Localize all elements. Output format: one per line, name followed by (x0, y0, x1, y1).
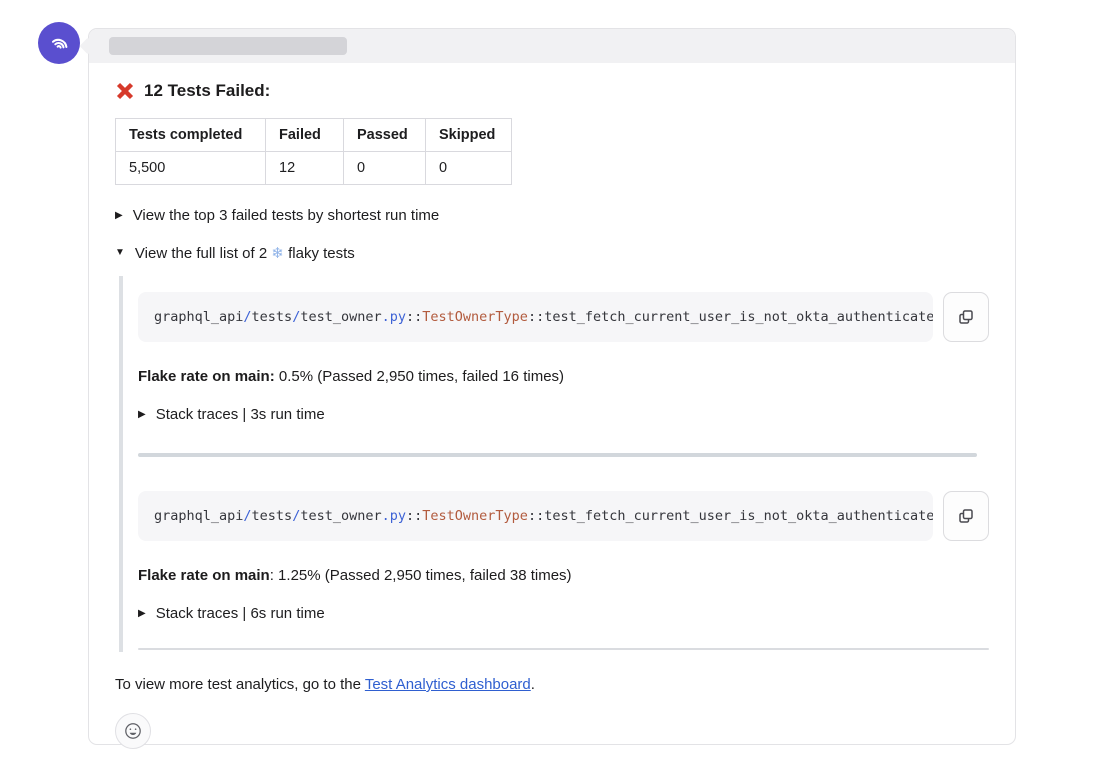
avatar[interactable] (38, 22, 80, 64)
skipped-value: 0 (426, 152, 512, 185)
footer-suffix: . (531, 676, 535, 693)
code-sep: :: (406, 508, 422, 524)
test-analytics-dashboard-link[interactable]: Test Analytics dashboard (365, 676, 531, 693)
col-failed: Failed (266, 119, 344, 152)
code-pkg: graphql_api (154, 508, 243, 524)
code-file: test_owner (300, 508, 381, 524)
stack-traces-label: Stack traces | 3s run time (156, 406, 325, 423)
code-class: TestOwnerType (422, 508, 528, 524)
chevron-down-icon: ▼ (115, 248, 125, 258)
code-pkg: graphql_api (154, 309, 243, 325)
chevron-right-icon: ▶ (138, 410, 146, 420)
test-path-code-1: graphql_api/tests/test_owner.py::TestOwn… (138, 292, 933, 342)
toggle-flaky-prefix: View the full list of 2 (135, 245, 267, 262)
toggle-top-failed-label: View the top 3 failed tests by shortest … (133, 207, 440, 224)
code-dir: tests (252, 309, 293, 325)
snowflake-icon: ❄ (271, 245, 284, 262)
toggle-flaky-label: View the full list of 2 ❄ flaky tests (135, 244, 355, 262)
stack-traces-toggle-1[interactable]: ▶ Stack traces | 3s run time (138, 406, 989, 423)
test-results-table: Tests completed Failed Passed Skipped 5,… (115, 118, 512, 185)
section-divider (138, 453, 977, 457)
title-row: 12 Tests Failed: (115, 81, 989, 101)
stack-traces-toggle-2[interactable]: ▶ Stack traces | 6s run time (138, 605, 989, 622)
page-title: 12 Tests Failed: (144, 81, 270, 101)
code-sep: :: (528, 508, 544, 524)
sentry-logo-icon (46, 30, 72, 56)
copy-button[interactable] (943, 491, 989, 541)
copy-icon (957, 507, 975, 525)
flake-rate-value: 0.5% (Passed 2,950 times, failed 16 time… (275, 368, 564, 385)
code-file: test_owner (300, 309, 381, 325)
flaky-test-1-row: graphql_api/tests/test_owner.py::TestOwn… (138, 292, 989, 342)
flake-rate-label: Flake rate on main (138, 567, 270, 584)
code-class: TestOwnerType (422, 309, 528, 325)
flake-rate-line-2: Flake rate on main: 1.25% (Passed 2,950 … (138, 567, 989, 584)
add-reaction-button[interactable] (115, 713, 151, 749)
chevron-right-icon: ▶ (138, 609, 146, 619)
flake-rate-value: : 1.25% (Passed 2,950 times, failed 38 t… (270, 567, 572, 584)
col-passed: Passed (344, 119, 426, 152)
code-ext: .py (382, 309, 406, 325)
failed-value: 12 (266, 152, 344, 185)
smiley-icon (124, 722, 142, 740)
code-slash: / (243, 309, 251, 325)
footer-prefix: To view more test analytics, go to the (115, 676, 365, 693)
section-end-divider (138, 648, 989, 650)
toggle-top-failed-tests[interactable]: ▶ View the top 3 failed tests by shortes… (115, 207, 989, 224)
col-skipped: Skipped (426, 119, 512, 152)
passed-value: 0 (344, 152, 426, 185)
toggle-flaky-tests[interactable]: ▼ View the full list of 2 ❄ flaky tests (115, 244, 989, 262)
message-card: 12 Tests Failed: Tests completed Failed … (88, 28, 1016, 745)
copy-button[interactable] (943, 292, 989, 342)
speech-tail (80, 38, 97, 55)
code-dir: tests (252, 508, 293, 524)
flaky-tests-section: graphql_api/tests/test_owner.py::TestOwn… (119, 276, 989, 652)
col-tests-completed: Tests completed (116, 119, 266, 152)
code-sep: :: (528, 309, 544, 325)
redacted-username-bar (109, 37, 347, 55)
card-body: 12 Tests Failed: Tests completed Failed … (89, 63, 1015, 749)
toggle-flaky-suffix: flaky tests (288, 245, 355, 262)
footer-text: To view more test analytics, go to the T… (115, 676, 989, 693)
code-ext: .py (382, 508, 406, 524)
card-header (89, 29, 1015, 63)
code-slash: / (243, 508, 251, 524)
tests-completed-value: 5,500 (116, 152, 266, 185)
code-fn: test_fetch_current_user_is_not_okta_auth… (544, 309, 933, 325)
flaky-test-2-row: graphql_api/tests/test_owner.py::TestOwn… (138, 491, 989, 541)
table-row: 5,500 12 0 0 (116, 152, 512, 185)
stack-traces-label: Stack traces | 6s run time (156, 605, 325, 622)
red-x-icon (115, 81, 135, 101)
code-fn: test_fetch_current_user_is_not_okta_auth… (544, 508, 933, 524)
test-path-code-2: graphql_api/tests/test_owner.py::TestOwn… (138, 491, 933, 541)
chevron-right-icon: ▶ (115, 211, 123, 221)
flake-rate-label: Flake rate on main: (138, 368, 275, 385)
flake-rate-line-1: Flake rate on main: 0.5% (Passed 2,950 t… (138, 368, 989, 385)
table-header-row: Tests completed Failed Passed Skipped (116, 119, 512, 152)
page: 12 Tests Failed: Tests completed Failed … (0, 0, 1106, 775)
code-sep: :: (406, 309, 422, 325)
copy-icon (957, 308, 975, 326)
